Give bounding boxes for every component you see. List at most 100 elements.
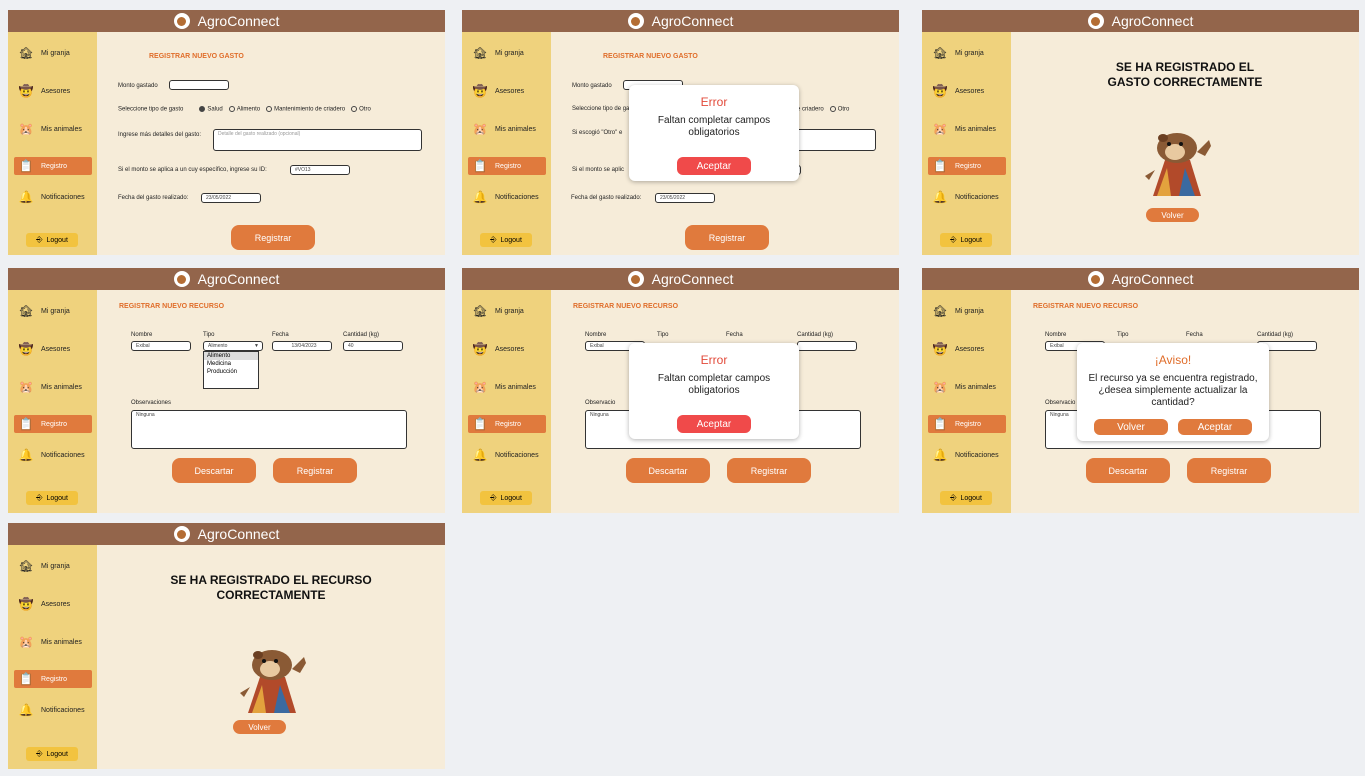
sidebar: 🏚 Mi granja 🤠 Asesores 🐹 Mis animales 📋 Regi… bbox=[8, 545, 97, 769]
sidebar-item-mis-animales[interactable]: 🐹 Mis animales bbox=[14, 378, 92, 396]
volver-button[interactable]: Volver bbox=[1094, 419, 1168, 435]
radio-mantenimiento[interactable] bbox=[266, 106, 273, 112]
sidebar-item-mi-granja[interactable]: 🏚 Mi granja bbox=[468, 302, 546, 320]
sidebar-item-mis-animales[interactable]: 🐹 Mis animales bbox=[14, 120, 92, 138]
radio-alimento[interactable] bbox=[228, 106, 235, 112]
tipo-label: Seleccione tipo de gasto bbox=[572, 106, 638, 112]
sidebar-item-registro[interactable]: 📋 Registro bbox=[468, 415, 546, 433]
sidebar-item-asesores[interactable]: 🤠 Asesores bbox=[14, 340, 92, 358]
sidebar-item-mi-granja[interactable]: 🏚 Mi granja bbox=[928, 44, 1006, 62]
tipo-select[interactable]: Alimento ▼ bbox=[203, 341, 263, 351]
sidebar-item-asesores[interactable]: 🤠 Asesores bbox=[468, 82, 546, 100]
cantidad-input[interactable]: 40 bbox=[343, 341, 403, 351]
tipo-label: Tipo bbox=[1117, 332, 1129, 338]
registrar-button[interactable]: Registrar bbox=[727, 458, 811, 483]
logout-button[interactable]: ⎆ Logout bbox=[26, 747, 78, 761]
sidebar: 🏚 Mi granja 🤠 Asesores 🐹 Mis animales 📋 Regi… bbox=[462, 290, 551, 513]
sidebar: 🏚 Mi granja 🤠 Asesores 🐹 Mis animales 📋 Regi… bbox=[922, 290, 1011, 513]
sidebar-item-asesores[interactable]: 🤠 Asesores bbox=[468, 340, 546, 358]
page-title: REGISTRAR NUEVO GASTO bbox=[603, 53, 698, 60]
sidebar-item-mis-animales[interactable]: 🐹 Mis animales bbox=[468, 378, 546, 396]
fecha-input[interactable]: 23/05/2022 bbox=[655, 193, 715, 203]
fecha-input[interactable]: 23/05/2022 bbox=[201, 193, 261, 203]
radio-otro[interactable] bbox=[351, 106, 358, 112]
modal-title: Error bbox=[700, 353, 728, 367]
sidebar-item-registro[interactable]: 📋 Registro bbox=[14, 670, 92, 688]
success-message: SE HA REGISTRADO EL RECURSO CORRECTAMENT… bbox=[170, 573, 372, 602]
clipboard-icon: 📋 bbox=[18, 672, 34, 686]
sidebar-item-mi-granja[interactable]: 🏚 Mi granja bbox=[14, 557, 92, 575]
observaciones-input[interactable]: Ninguna bbox=[131, 410, 407, 449]
bell-icon: 🔔 bbox=[932, 448, 948, 462]
monto-input[interactable] bbox=[169, 80, 229, 90]
sidebar-item-mis-animales[interactable]: 🐹 Mis animales bbox=[14, 633, 92, 651]
cantidad-label: Cantidad (kg) bbox=[343, 332, 380, 338]
cantidad-input[interactable] bbox=[797, 341, 857, 351]
sidebar-item-notificaciones[interactable]: 🔔 Notificaciones bbox=[928, 446, 1006, 464]
volver-button[interactable]: Volver bbox=[233, 720, 286, 734]
descartar-button[interactable]: Descartar bbox=[626, 458, 710, 483]
sidebar-item-mis-animales[interactable]: 🐹 Mis animales bbox=[468, 120, 546, 138]
sidebar-item-mi-granja[interactable]: 🏚 Mi granja bbox=[14, 302, 92, 320]
registrar-button[interactable]: Registrar bbox=[231, 225, 315, 250]
sidebar-item-asesores[interactable]: 🤠 Asesores bbox=[928, 82, 1006, 100]
radio-otro[interactable] bbox=[829, 106, 836, 112]
aceptar-button[interactable]: Aceptar bbox=[1178, 419, 1252, 435]
radio-salud[interactable] bbox=[199, 106, 206, 112]
app-title: AgroConnect bbox=[651, 13, 734, 29]
guinea-pig-icon: 🐹 bbox=[18, 122, 34, 136]
sidebar-item-notificaciones[interactable]: 🔔 Notificaciones bbox=[928, 188, 1006, 206]
fecha-label: Fecha del gasto realizado: bbox=[118, 195, 189, 201]
sidebar-item-registro[interactable]: 📋 Registro bbox=[14, 415, 92, 433]
sidebar-item-mi-granja[interactable]: 🏚 Mi granja bbox=[928, 302, 1006, 320]
registrar-button[interactable]: Registrar bbox=[685, 225, 769, 250]
logout-button[interactable]: ⎆ Logout bbox=[480, 233, 532, 247]
sidebar-item-mis-animales[interactable]: 🐹 Mis animales bbox=[928, 120, 1006, 138]
dropdown-option[interactable]: Medicina bbox=[204, 360, 258, 368]
logout-button[interactable]: ⎆ Logout bbox=[940, 233, 992, 247]
logout-button[interactable]: ⎆ Logout bbox=[26, 233, 78, 247]
cuy-id-label: Si el monto se aplica a un cuy específic… bbox=[118, 167, 267, 173]
sidebar-item-registro[interactable]: 📋 Registro bbox=[14, 157, 92, 175]
fecha-input[interactable]: 13/04/2023 bbox=[272, 341, 332, 351]
descartar-button[interactable]: Descartar bbox=[1086, 458, 1170, 483]
sidebar-item-registro[interactable]: 📋 Registro bbox=[928, 157, 1006, 175]
sidebar: 🏚 Mi granja 🤠 Asesores 🐹 Mis animales 📋 Regi… bbox=[462, 32, 551, 255]
detalles-input[interactable]: Detalle del gasto realizado (opcional) bbox=[213, 129, 422, 151]
sidebar-item-asesores[interactable]: 🤠 Asesores bbox=[14, 82, 92, 100]
fecha-label: Fecha bbox=[726, 332, 743, 338]
registrar-button[interactable]: Registrar bbox=[273, 458, 357, 483]
sidebar-item-registro[interactable]: 📋 Registro bbox=[468, 157, 546, 175]
app-header: AgroConnect bbox=[462, 10, 899, 32]
sidebar-item-notificaciones[interactable]: 🔔 Notificaciones bbox=[468, 446, 546, 464]
sidebar-item-registro[interactable]: 📋 Registro bbox=[928, 415, 1006, 433]
otro-input[interactable] bbox=[791, 129, 876, 151]
monto-label: Monto gastado bbox=[118, 83, 158, 89]
descartar-button[interactable]: Descartar bbox=[172, 458, 256, 483]
volver-button[interactable]: Volver bbox=[1146, 208, 1199, 222]
registrar-button[interactable]: Registrar bbox=[1187, 458, 1271, 483]
aceptar-button[interactable]: Aceptar bbox=[677, 415, 751, 433]
sidebar-item-mi-granja[interactable]: 🏚 Mi granja bbox=[14, 44, 92, 62]
clipboard-icon: 📋 bbox=[472, 417, 488, 431]
cuy-id-input[interactable]: #VO13 bbox=[290, 165, 350, 175]
logout-button[interactable]: ⎆ Logout bbox=[480, 491, 532, 505]
dropdown-option[interactable]: Producción bbox=[204, 368, 258, 376]
dropdown-option[interactable]: Alimento bbox=[204, 352, 258, 360]
sidebar-item-notificaciones[interactable]: 🔔 Notificaciones bbox=[14, 188, 92, 206]
sidebar-item-mis-animales[interactable]: 🐹 Mis animales bbox=[928, 378, 1006, 396]
nombre-input[interactable]: Exibal bbox=[131, 341, 191, 351]
nombre-label: Nombre bbox=[1045, 332, 1067, 338]
guinea-pig-mascot bbox=[1145, 133, 1211, 196]
sidebar-item-notificaciones[interactable]: 🔔 Notificaciones bbox=[468, 188, 546, 206]
sidebar-item-asesores[interactable]: 🤠 Asesores bbox=[928, 340, 1006, 358]
guinea-pig-icon: 🐹 bbox=[18, 380, 34, 394]
farmer-icon: 🤠 bbox=[18, 84, 34, 98]
sidebar-item-mi-granja[interactable]: 🏚 Mi granja bbox=[468, 44, 546, 62]
aceptar-button[interactable]: Aceptar bbox=[677, 157, 751, 175]
sidebar-item-notificaciones[interactable]: 🔔 Notificaciones bbox=[14, 701, 92, 719]
logout-button[interactable]: ⎆ Logout bbox=[940, 491, 992, 505]
sidebar-item-asesores[interactable]: 🤠 Asesores bbox=[14, 595, 92, 613]
sidebar-item-notificaciones[interactable]: 🔔 Notificaciones bbox=[14, 446, 92, 464]
logout-button[interactable]: ⎆ Logout bbox=[26, 491, 78, 505]
